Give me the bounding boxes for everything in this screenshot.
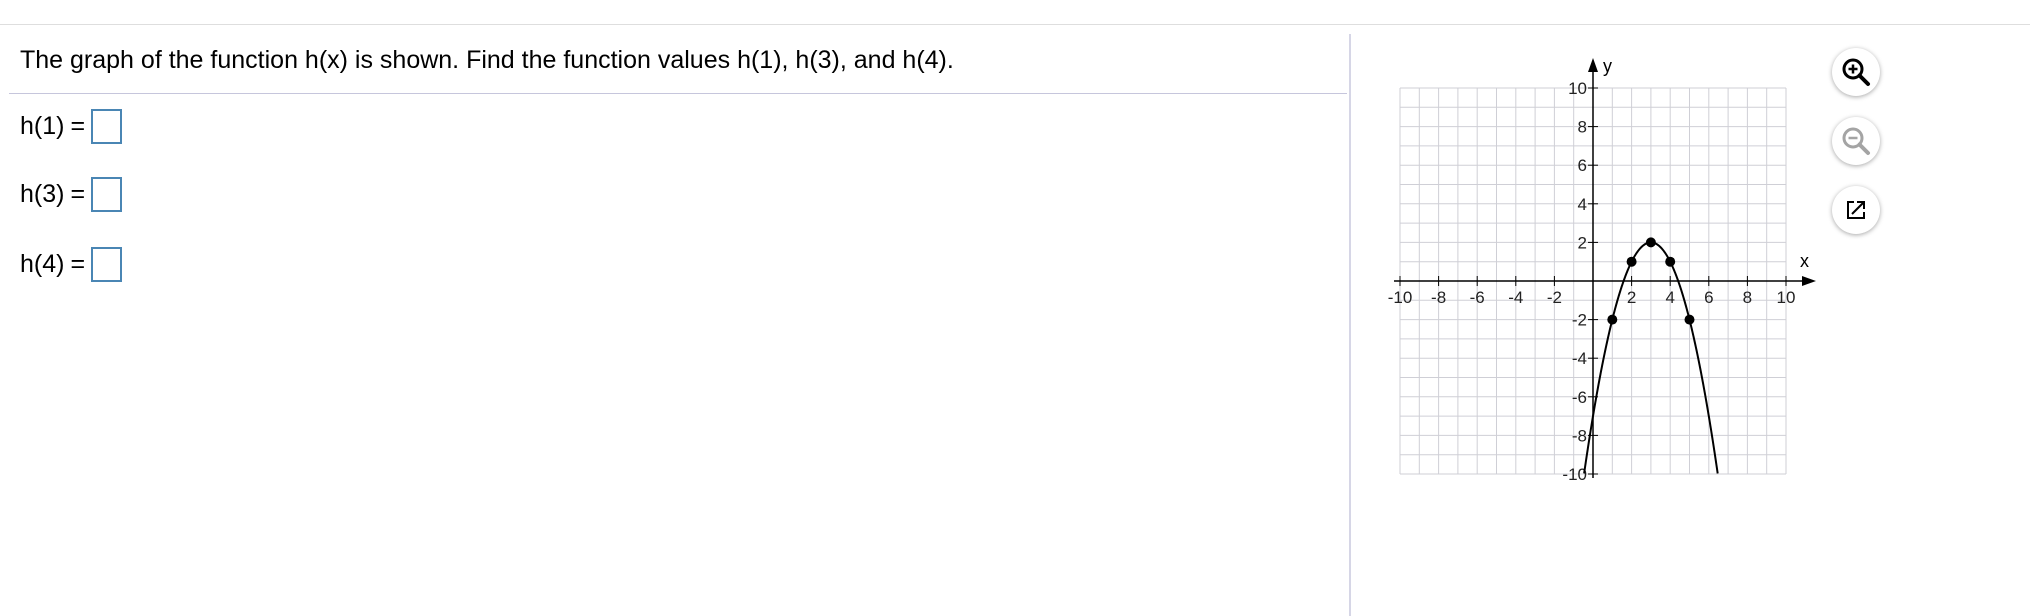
x-axis-arrow	[1802, 276, 1816, 286]
zoom-in-button[interactable]	[1832, 48, 1880, 96]
answer-label-h4: h(4)	[20, 250, 65, 278]
graph-point	[1607, 314, 1618, 325]
external-link-icon	[1847, 201, 1865, 219]
zoom-out-icon	[1842, 127, 1870, 155]
y-tick-label: 10	[1568, 79, 1587, 98]
y-tick-label: 8	[1578, 118, 1587, 137]
equals-sign: =	[70, 180, 86, 208]
graph-point	[1626, 256, 1637, 267]
top-border	[0, 24, 2030, 25]
equals-sign: =	[70, 250, 86, 278]
graph-axes	[1394, 58, 1816, 478]
answer-row-h3: h(3) =	[20, 177, 123, 212]
zoom-in-icon	[1842, 58, 1870, 86]
y-tick-label: 6	[1578, 156, 1587, 175]
x-tick-label: -6	[1470, 288, 1485, 307]
y-tick-label: -6	[1572, 388, 1587, 407]
question-underline	[9, 93, 1347, 94]
x-tick-label: 6	[1704, 288, 1713, 307]
graph-point	[1645, 237, 1656, 248]
x-tick-label: 10	[1777, 288, 1796, 307]
zoom-out-button[interactable]	[1832, 117, 1880, 165]
answer-input-h3[interactable]	[91, 177, 123, 212]
x-axis-label: x	[1800, 251, 1809, 271]
graph-point	[1684, 314, 1695, 325]
x-tick-label: 4	[1665, 288, 1674, 307]
y-tick-label: -8	[1572, 426, 1587, 445]
answer-input-h4[interactable]	[91, 247, 123, 282]
y-tick-label: -10	[1562, 465, 1587, 484]
x-tick-label: -4	[1508, 288, 1523, 307]
x-tick-label: -8	[1431, 288, 1446, 307]
answer-label-h1: h(1)	[20, 112, 65, 140]
y-tick-label: 4	[1578, 195, 1587, 214]
y-tick-label: -4	[1572, 349, 1587, 368]
x-tick-label: 2	[1627, 288, 1636, 307]
answer-row-h4: h(4) =	[20, 247, 123, 282]
answer-input-h1[interactable]	[91, 109, 123, 144]
answer-label-h3: h(3)	[20, 180, 65, 208]
function-graph[interactable]: -10 -8 -6 -4 -2 2 4 6 8 10 10 8 6 4 2 -2 -4 -6 -8 -10 x y	[1380, 48, 1830, 488]
answer-row-h1: h(1) =	[20, 109, 123, 144]
y-axis-label: y	[1603, 56, 1612, 76]
x-tick-label: -2	[1547, 288, 1562, 307]
y-axis-arrow	[1588, 58, 1598, 72]
graph-point	[1665, 256, 1676, 267]
x-tick-label: -10	[1388, 288, 1413, 307]
popout-button[interactable]	[1832, 186, 1880, 234]
x-tick-label: 8	[1743, 288, 1752, 307]
y-tick-label: -2	[1572, 311, 1587, 330]
y-tick-label: 2	[1578, 233, 1587, 252]
question-text: The graph of the function h(x) is shown.…	[20, 46, 954, 74]
panel-divider	[1349, 34, 1351, 616]
equals-sign: =	[70, 112, 86, 140]
